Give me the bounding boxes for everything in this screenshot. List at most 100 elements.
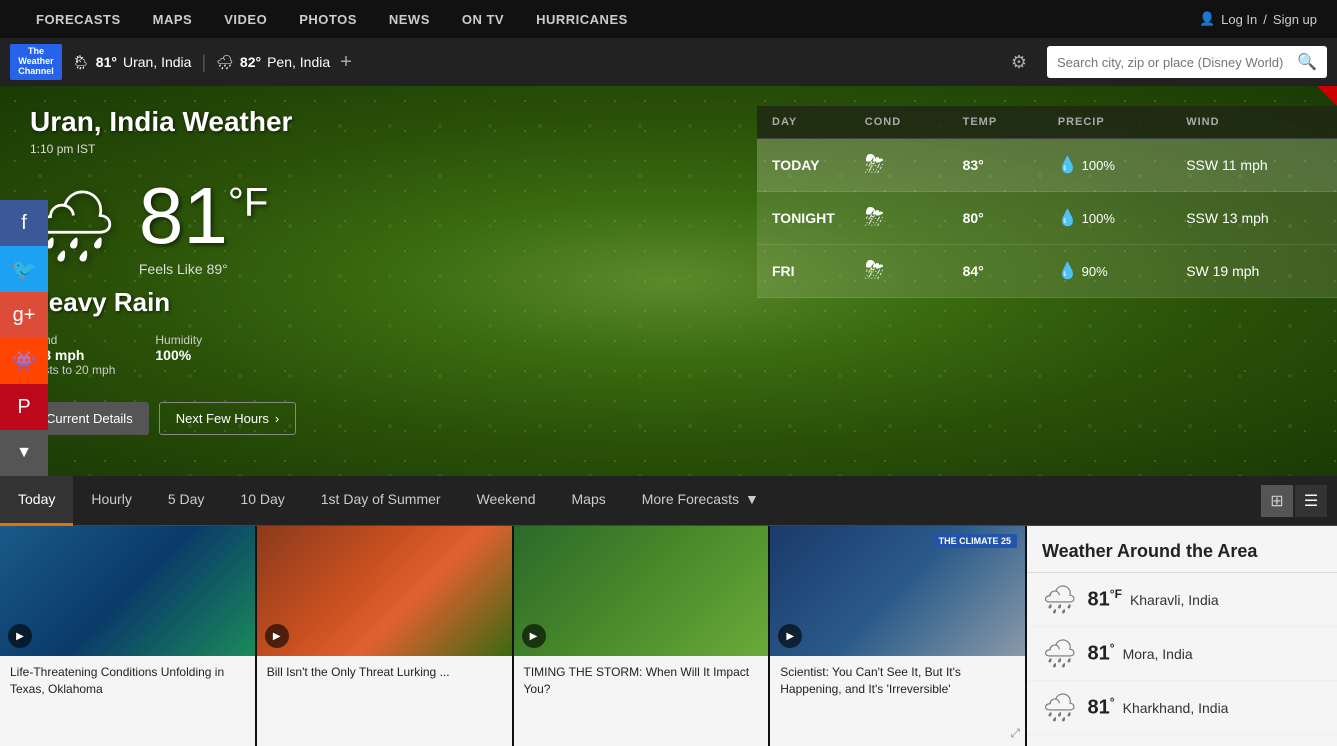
forecast-day-fri: FRI [757, 245, 850, 298]
tab-10day[interactable]: 10 Day [222, 476, 302, 526]
play-button-3[interactable]: ▶ [522, 624, 546, 648]
area-weather-panel: Weather Around the Area 🌧 81°F Kharavli,… [1027, 526, 1337, 746]
area-name-3: Kharkhand, India [1123, 700, 1229, 716]
news-grid: ▶ Life-Threatening Conditions Unfolding … [0, 526, 1027, 746]
precip-icon-today: 💧 [1058, 155, 1078, 175]
news-card-image-1: ▶ [0, 526, 255, 656]
humidity-value: 100% [155, 347, 202, 363]
area-item-4[interactable]: 🌧 81° Ranyad, India [1027, 735, 1337, 746]
location-item-1[interactable]: 🌦 81° Uran, India [72, 54, 191, 71]
forecast-panel: DAY COND TEMP PRECIP WIND TODAY ⛈ 83° 💧 … [757, 86, 1337, 476]
main-weather: Uran, India Weather 1:10 pm IST 🌧 81°F F… [0, 86, 1337, 476]
add-location-button[interactable]: + [340, 51, 352, 74]
location-item-2[interactable]: 🌧 82° Pen, India [216, 54, 330, 71]
google-button[interactable]: g+ [0, 292, 48, 338]
temperature-display: 81°F [139, 176, 268, 256]
reddit-button[interactable]: 👾 [0, 338, 48, 384]
weather-left-panel: Uran, India Weather 1:10 pm IST 🌧 81°F F… [0, 86, 680, 476]
facebook-button[interactable]: f [0, 200, 48, 246]
news-card-3[interactable]: ▶ TIMING THE STORM: When Will It Impact … [514, 526, 771, 746]
facebook-icon: f [21, 212, 27, 235]
more-social-button[interactable]: ▼ [0, 430, 48, 476]
tab-today[interactable]: Today [0, 476, 73, 526]
area-weather-icon-2: 🌧 [1042, 637, 1078, 670]
area-item-2[interactable]: 🌧 81° Mora, India [1027, 627, 1337, 681]
next-hours-label: Next Few Hours [176, 411, 269, 426]
nav-links: FORECASTS MAPS VIDEO PHOTOS NEWS ON TV H… [20, 0, 644, 38]
location-temp-2: 82° [240, 54, 261, 70]
forecast-row-fri[interactable]: FRI ⛈ 84° 💧 90% SW 19 mph [757, 245, 1337, 298]
area-temp-3: 81° [1088, 695, 1115, 720]
chevron-down-icon: ▼ [16, 444, 32, 462]
area-item-1[interactable]: 🌧 81°F Kharavli, India [1027, 573, 1337, 627]
forecast-precip-tonight: 💧 100% [1043, 192, 1171, 245]
twitter-icon: 🐦 [12, 257, 37, 282]
news-caption-2: Bill Isn't the Only Threat Lurking ... [257, 656, 512, 746]
signup-link[interactable]: Sign up [1273, 12, 1317, 27]
pinterest-button[interactable]: P [0, 384, 48, 430]
current-conditions: 🌧 81°F Feels Like 89° [30, 176, 650, 277]
forecast-day-today: TODAY [757, 139, 850, 192]
forecast-icon-fri: ⛈ [850, 245, 948, 298]
news-card-2[interactable]: ▶ Bill Isn't the Only Threat Lurking ... [257, 526, 514, 746]
nav-hurricanes[interactable]: HURRICANES [520, 0, 644, 38]
condition-text: Heavy Rain [30, 287, 650, 318]
list-view-button[interactable]: ☰ [1295, 485, 1327, 517]
play-button-2[interactable]: ▶ [265, 624, 289, 648]
news-card-1[interactable]: ▶ Life-Threatening Conditions Unfolding … [0, 526, 257, 746]
play-button-1[interactable]: ▶ [8, 624, 32, 648]
news-card-4[interactable]: ▶ THE CLIMATE 25 Scientist: You Can't Se… [770, 526, 1027, 746]
arrow-right-icon: › [275, 411, 279, 426]
forecast-col-temp: TEMP [948, 106, 1043, 139]
tab-maps[interactable]: Maps [554, 476, 624, 526]
bottom-content: ▶ Life-Threatening Conditions Unfolding … [0, 526, 1337, 746]
area-weather-icon-1: 🌧 [1042, 583, 1078, 616]
forecast-row-tonight[interactable]: TONIGHT ⛈ 80° 💧 100% SSW 13 mph [757, 192, 1337, 245]
humidity-group: Humidity 100% [155, 333, 202, 377]
feels-like: Feels Like 89° [139, 261, 268, 277]
rain-icon-1: 🌦 [72, 54, 90, 71]
nav-news[interactable]: NEWS [373, 0, 446, 38]
nav-photos[interactable]: PHOTOS [283, 0, 373, 38]
nav-maps[interactable]: MAPS [137, 0, 209, 38]
rain-icon-2: 🌧 [216, 54, 234, 71]
forecast-wind-fri: SW 19 mph [1171, 245, 1337, 298]
nav-video[interactable]: VIDEO [208, 0, 283, 38]
view-toggle: ⊞ ☰ [1261, 485, 1327, 517]
nav-forecasts[interactable]: FORECASTS [20, 0, 137, 38]
tab-more-forecasts[interactable]: More Forecasts ▼ [624, 476, 777, 526]
tab-5day[interactable]: 5 Day [150, 476, 223, 526]
auth-area: 👤 Log In / Sign up [1199, 11, 1317, 27]
tab-1st-day-summer[interactable]: 1st Day of Summer [303, 476, 459, 526]
expand-icon[interactable]: ⤢ [1010, 726, 1020, 741]
selected-indicator [1317, 86, 1337, 106]
settings-icon[interactable]: ⚙ [1011, 52, 1027, 73]
twitter-button[interactable]: 🐦 [0, 246, 48, 292]
location-bar: The Weather Channel 🌦 81° Uran, India | … [0, 38, 1337, 86]
precip-value-tonight: 100% [1082, 211, 1115, 226]
search-input[interactable] [1057, 55, 1297, 70]
forecast-row-today[interactable]: TODAY ⛈ 83° 💧 100% SSW 11 mph [757, 139, 1337, 192]
news-map-visual-3 [514, 526, 769, 656]
grid-view-button[interactable]: ⊞ [1261, 485, 1293, 517]
tab-bar: Today Hourly 5 Day 10 Day 1st Day of Sum… [0, 476, 1337, 526]
weather-channel-logo[interactable]: The Weather Channel [10, 44, 62, 80]
forecast-temp-fri: 84° [948, 245, 1043, 298]
social-sidebar: f 🐦 g+ 👾 P ▼ [0, 200, 48, 476]
user-icon: 👤 [1199, 11, 1215, 27]
precip-icon-tonight: 💧 [1058, 208, 1078, 228]
forecast-col-precip: PRECIP [1043, 106, 1171, 139]
login-link[interactable]: Log In [1221, 12, 1257, 27]
area-temp-1: 81°F [1088, 587, 1122, 612]
temp-value: 81 [139, 171, 228, 260]
nav-on-tv[interactable]: ON TV [446, 0, 520, 38]
next-hours-button[interactable]: Next Few Hours › [159, 402, 297, 435]
search-icon[interactable]: 🔍 [1297, 52, 1317, 72]
tab-hourly[interactable]: Hourly [73, 476, 149, 526]
location-temp-1: 81° [96, 54, 117, 70]
area-item-3[interactable]: 🌧 81° Kharkhand, India [1027, 681, 1337, 735]
climate25-badge: THE CLIMATE 25 [933, 534, 1017, 548]
forecast-icon-tonight: ⛈ [850, 192, 948, 245]
tab-weekend[interactable]: Weekend [459, 476, 554, 526]
forecast-col-day: DAY [757, 106, 850, 139]
